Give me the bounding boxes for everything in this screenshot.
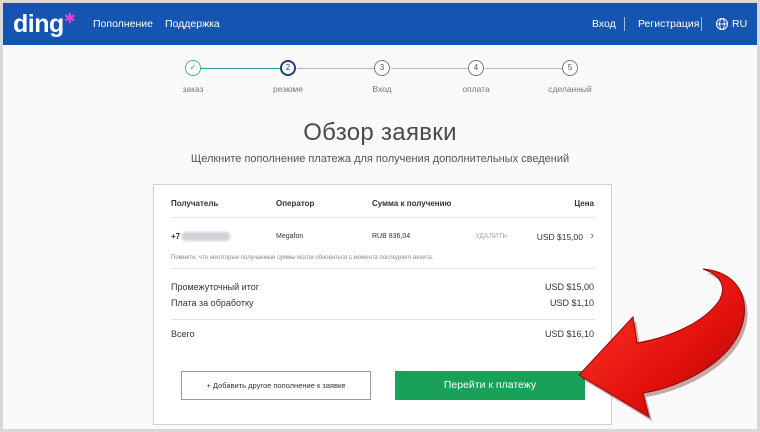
- divider: [171, 268, 595, 269]
- page-frame: ding ✱ Пополнение Поддержка Вход Регистр…: [3, 3, 757, 429]
- step-connector: [297, 68, 375, 69]
- logo-text: ding: [13, 10, 64, 38]
- order-summary-card: Получатель Оператор Сумма к получению Це…: [153, 184, 612, 425]
- register-link[interactable]: Регистрация: [638, 3, 699, 45]
- row-price: USD $15,00: [536, 232, 583, 242]
- globe-icon[interactable]: [715, 17, 729, 31]
- blurred-phone-number: [182, 232, 230, 241]
- step-connector: [391, 68, 469, 69]
- receive-amount: RUB 836,04: [372, 233, 411, 240]
- total-label: Всего: [171, 329, 195, 339]
- header-operator: Оператор: [276, 199, 315, 208]
- header-recipient: Получатель: [171, 199, 219, 208]
- remove-link[interactable]: УДАЛИТЬ: [475, 233, 507, 240]
- step-3-login: 3: [374, 60, 390, 76]
- language-selector[interactable]: RU: [732, 3, 747, 45]
- page-subtitle: Щелкните пополнение платежа для получени…: [190, 153, 570, 165]
- nav-separator: [624, 17, 625, 31]
- add-another-topup-button[interactable]: + Добавить другое пополнение к заявке: [181, 371, 371, 400]
- operator-name: Megafon: [276, 233, 304, 240]
- fee-value: USD $1,10: [549, 298, 594, 308]
- nav-support-link[interactable]: Поддержка: [165, 3, 220, 45]
- amount-update-note: Помните, что некоторые получаемые суммы …: [171, 255, 434, 261]
- subtotal-value: USD $15,00: [544, 282, 594, 292]
- top-navigation-bar: ding ✱ Пополнение Поддержка Вход Регистр…: [3, 3, 757, 45]
- total-value: USD $16,10: [544, 329, 594, 339]
- step-label: резюме: [272, 84, 303, 94]
- nav-topup-link[interactable]: Пополнение: [93, 3, 153, 45]
- subtotal-label: Промежуточный итог: [171, 282, 260, 292]
- step-label: оплата: [462, 84, 490, 94]
- fee-label: Плата за обработку: [171, 298, 254, 308]
- recipient-phone: +7: [171, 232, 181, 241]
- step-connector: [201, 68, 281, 69]
- proceed-to-payment-button[interactable]: Перейти к платежу: [395, 371, 585, 400]
- step-label: заказ: [182, 84, 204, 94]
- header-amount: Сумма к получению: [372, 199, 452, 208]
- step-4-payment: 4: [468, 60, 484, 76]
- step-1-order: ✓: [185, 60, 201, 76]
- login-link[interactable]: Вход: [592, 3, 616, 45]
- nav-separator: [701, 17, 702, 31]
- step-label: Вход: [372, 84, 392, 94]
- step-label: сделанный: [548, 84, 592, 94]
- page-title: Обзор заявки: [303, 119, 457, 146]
- step-connector: [485, 68, 563, 69]
- chevron-right-icon[interactable]: ›: [590, 230, 594, 242]
- ding-logo[interactable]: ding ✱: [13, 7, 76, 41]
- divider: [171, 319, 595, 320]
- step-2-summary: 2: [280, 60, 296, 76]
- step-5-done: 5: [562, 60, 578, 76]
- header-price: Цена: [574, 199, 594, 208]
- logo-star-icon: ✱: [64, 10, 76, 26]
- divider: [171, 217, 595, 218]
